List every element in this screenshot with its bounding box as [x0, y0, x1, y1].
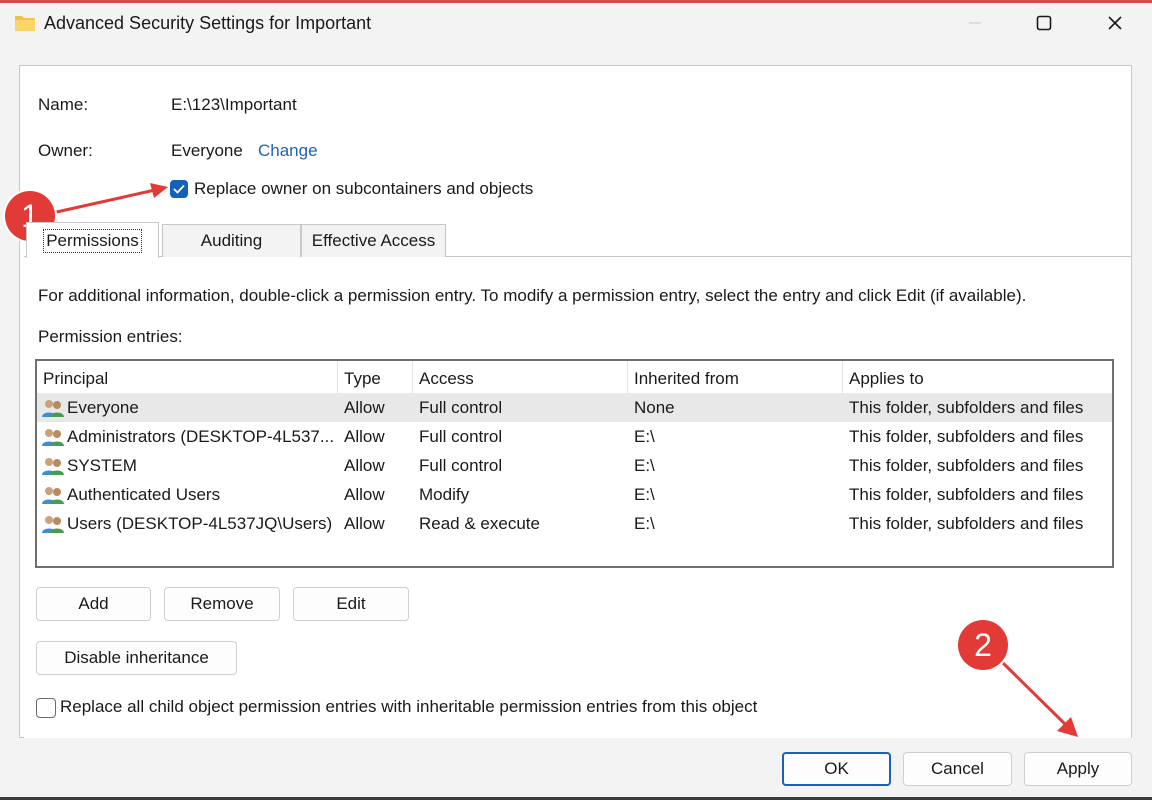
- column-header-inherited-from[interactable]: Inherited from: [634, 369, 739, 389]
- edit-button[interactable]: Edit: [293, 587, 409, 621]
- column-divider: [412, 361, 413, 393]
- replace-owner-label[interactable]: Replace owner on subcontainers and objec…: [194, 179, 533, 199]
- users-icon: [42, 429, 64, 446]
- principal-cell: Everyone: [67, 398, 139, 417]
- ok-button[interactable]: OK: [782, 752, 891, 786]
- cancel-button[interactable]: Cancel: [903, 752, 1012, 786]
- instructions-text: For additional information, double-click…: [38, 286, 1027, 305]
- remove-button[interactable]: Remove: [164, 587, 280, 621]
- column-header-access[interactable]: Access: [419, 369, 474, 389]
- permission-entries-list[interactable]: Principal Type Access Inherited from App…: [35, 359, 1114, 568]
- applies-cell: This folder, subfolders and files: [849, 456, 1084, 475]
- inherited-cell: E:\: [634, 514, 655, 533]
- column-divider: [627, 361, 628, 393]
- tab-permissions[interactable]: Permissions: [26, 222, 159, 258]
- tab-auditing-label: Auditing: [200, 231, 263, 250]
- replace-child-checkbox[interactable]: [36, 698, 56, 718]
- table-row[interactable]: SYSTEM Allow Full control E:\ This folde…: [37, 451, 1112, 480]
- title-bar: Advanced Security Settings for Important: [0, 3, 1152, 47]
- checkmark-icon: [173, 184, 185, 194]
- principal-cell: Users (DESKTOP-4L537JQ\Users): [67, 514, 333, 533]
- inherited-cell: E:\: [634, 456, 655, 475]
- principal-cell: Authenticated Users: [67, 485, 221, 504]
- applies-cell: This folder, subfolders and files: [849, 485, 1084, 504]
- tab-effective-access[interactable]: Effective Access: [301, 224, 446, 257]
- table-row[interactable]: Authenticated Users Allow Modify E:\ Thi…: [37, 480, 1112, 509]
- permission-entries-label: Permission entries:: [38, 327, 183, 346]
- type-cell: Allow: [344, 427, 385, 446]
- column-divider: [842, 361, 843, 393]
- type-cell: Allow: [344, 485, 385, 504]
- inherited-cell: E:\: [634, 427, 655, 446]
- tab-permissions-label: Permissions: [43, 228, 142, 253]
- apply-button[interactable]: Apply: [1024, 752, 1132, 786]
- close-icon: [1108, 16, 1122, 30]
- close-button[interactable]: [1085, 3, 1145, 43]
- users-icon: [42, 516, 64, 533]
- owner-label: Owner:: [38, 141, 93, 160]
- column-header-applies-to[interactable]: Applies to: [849, 369, 924, 389]
- annotation-badge-2: 2: [958, 620, 1008, 670]
- type-cell: Allow: [344, 398, 385, 417]
- access-cell: Full control: [419, 398, 503, 417]
- applies-cell: This folder, subfolders and files: [849, 398, 1084, 417]
- change-owner-link[interactable]: Change: [258, 141, 318, 161]
- tab-auditing[interactable]: Auditing: [162, 224, 301, 257]
- access-cell: Full control: [419, 456, 503, 475]
- applies-cell: This folder, subfolders and files: [849, 427, 1084, 446]
- type-cell: Allow: [344, 456, 385, 475]
- window-title: Advanced Security Settings for Important: [44, 13, 372, 33]
- table-row[interactable]: Everyone Allow Full control None This fo…: [37, 393, 1112, 422]
- name-value: E:\123\Important: [171, 95, 297, 114]
- principal-cell: Administrators (DESKTOP-4L537...: [67, 427, 335, 446]
- users-icon: [42, 400, 64, 417]
- folder-icon: [15, 16, 35, 31]
- column-header-principal[interactable]: Principal: [43, 369, 108, 389]
- principal-cell: SYSTEM: [67, 456, 137, 475]
- name-label: Name:: [38, 95, 89, 114]
- column-header-type[interactable]: Type: [344, 369, 381, 389]
- add-button[interactable]: Add: [36, 587, 151, 621]
- access-cell: Read & execute: [419, 514, 540, 533]
- replace-child-label[interactable]: Replace all child object permission entr…: [60, 697, 757, 717]
- type-cell: Allow: [344, 514, 385, 533]
- minimize-icon: [969, 22, 981, 24]
- access-cell: Modify: [419, 485, 470, 504]
- inherited-cell: E:\: [634, 485, 655, 504]
- maximize-button[interactable]: [1014, 3, 1074, 43]
- owner-value: Everyone: [171, 141, 243, 160]
- users-icon: [42, 487, 64, 504]
- disable-inheritance-button[interactable]: Disable inheritance: [36, 641, 237, 675]
- advanced-security-window: Advanced Security Settings for Important…: [0, 0, 1152, 797]
- replace-owner-checkbox[interactable]: [170, 180, 188, 198]
- table-row[interactable]: Administrators (DESKTOP-4L537... Allow F…: [37, 422, 1112, 451]
- column-divider: [337, 361, 338, 393]
- applies-cell: This folder, subfolders and files: [849, 514, 1084, 533]
- users-icon: [42, 458, 64, 475]
- minimize-button[interactable]: [945, 3, 1005, 43]
- access-cell: Full control: [419, 427, 503, 446]
- inherited-cell: None: [634, 398, 675, 417]
- maximize-icon: [1036, 15, 1052, 31]
- table-row[interactable]: Users (DESKTOP-4L537JQ\Users) Allow Read…: [37, 509, 1112, 538]
- tab-effective-access-label: Effective Access: [311, 231, 436, 250]
